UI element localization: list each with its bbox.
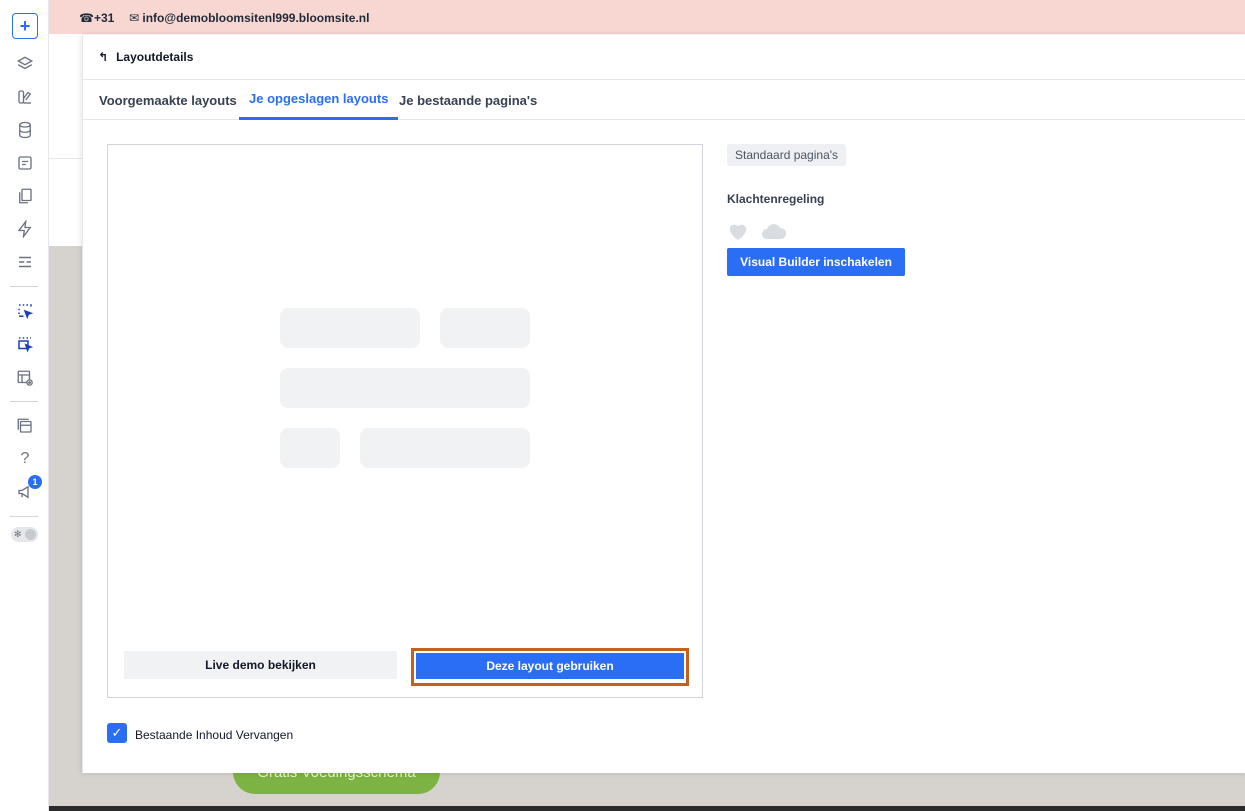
replace-content-label: Bestaande Inhoud Vervangen: [135, 727, 294, 742]
select-element-icon[interactable]: [12, 298, 38, 324]
skeleton-block: [360, 428, 530, 468]
skeleton-block: [280, 308, 420, 348]
add-element-button[interactable]: +: [12, 13, 38, 39]
use-layout-button[interactable]: Deze layout gebruiken: [416, 653, 684, 679]
pages-icon[interactable]: [12, 183, 38, 209]
theme-toggle[interactable]: ✻: [11, 527, 38, 542]
templates-icon[interactable]: [12, 413, 38, 439]
use-layout-highlight: Deze layout gebruiken: [411, 648, 689, 686]
site-phone[interactable]: ☎+31: [79, 11, 114, 25]
panel-title: Layoutdetails: [116, 50, 194, 64]
toggle-knob: [25, 529, 36, 540]
cloud-icon[interactable]: [760, 221, 788, 241]
tab-saved-layouts[interactable]: Je opgeslagen layouts: [239, 80, 399, 120]
skeleton-block: [440, 308, 530, 348]
layout-name: Klachtenregeling: [727, 192, 825, 206]
heart-icon[interactable]: [727, 221, 749, 241]
layout-tabs: Voorgemaakte layouts Je opgeslagen layou…: [83, 80, 1245, 120]
help-icon[interactable]: ?: [12, 446, 38, 472]
database-icon[interactable]: [12, 117, 38, 143]
tab-existing-pages[interactable]: Je bestaande pagina's: [389, 80, 547, 120]
site-contact-bar: ☎+31 ✉ info@demobloomsitenl999.bloomsite…: [49, 0, 1245, 34]
category-chip: Standaard pagina's: [727, 144, 847, 166]
builder-toolbar: + ? 1 ✻: [0, 0, 49, 811]
site-email[interactable]: ✉ info@demobloomsitenl999.bloomsite.nl: [129, 11, 369, 25]
site-footer-strip: [49, 806, 1245, 811]
layout-preview-icon[interactable]: [12, 365, 38, 391]
toolbar-divider: [10, 286, 38, 287]
skeleton-block: [280, 368, 530, 408]
toolbar-divider: [10, 401, 38, 402]
lightning-icon[interactable]: [12, 216, 38, 242]
select-layout-icon[interactable]: [12, 331, 38, 357]
sun-icon: ✻: [14, 529, 22, 539]
replace-content-option[interactable]: ✓ Bestaande Inhoud Vervangen: [107, 723, 293, 743]
tab-premade-layouts[interactable]: Voorgemaakte layouts: [89, 80, 247, 120]
panel-header: ↰ Layoutdetails: [83, 35, 1245, 80]
layers-icon[interactable]: [12, 51, 38, 77]
form-icon[interactable]: [12, 150, 38, 176]
skeleton-block: [280, 428, 340, 468]
toolbar-divider: [10, 516, 38, 517]
visual-builder-button[interactable]: Visual Builder inschakelen: [727, 248, 905, 276]
notification-badge: 1: [28, 475, 42, 489]
layout-details-panel: ↰ Layoutdetails Voorgemaakte layouts Je …: [82, 35, 1245, 773]
layout-preview: Live demo bekijken Deze layout gebruiken: [107, 144, 703, 698]
live-demo-button[interactable]: Live demo bekijken: [124, 651, 397, 679]
email-text: info@demobloomsitenl999.bloomsite.nl: [142, 11, 370, 25]
replace-content-checkbox[interactable]: ✓: [107, 723, 127, 743]
phone-text: +31: [93, 11, 115, 25]
design-icon[interactable]: [12, 84, 38, 110]
sections-icon[interactable]: [12, 249, 38, 275]
back-icon[interactable]: ↰: [98, 50, 108, 64]
